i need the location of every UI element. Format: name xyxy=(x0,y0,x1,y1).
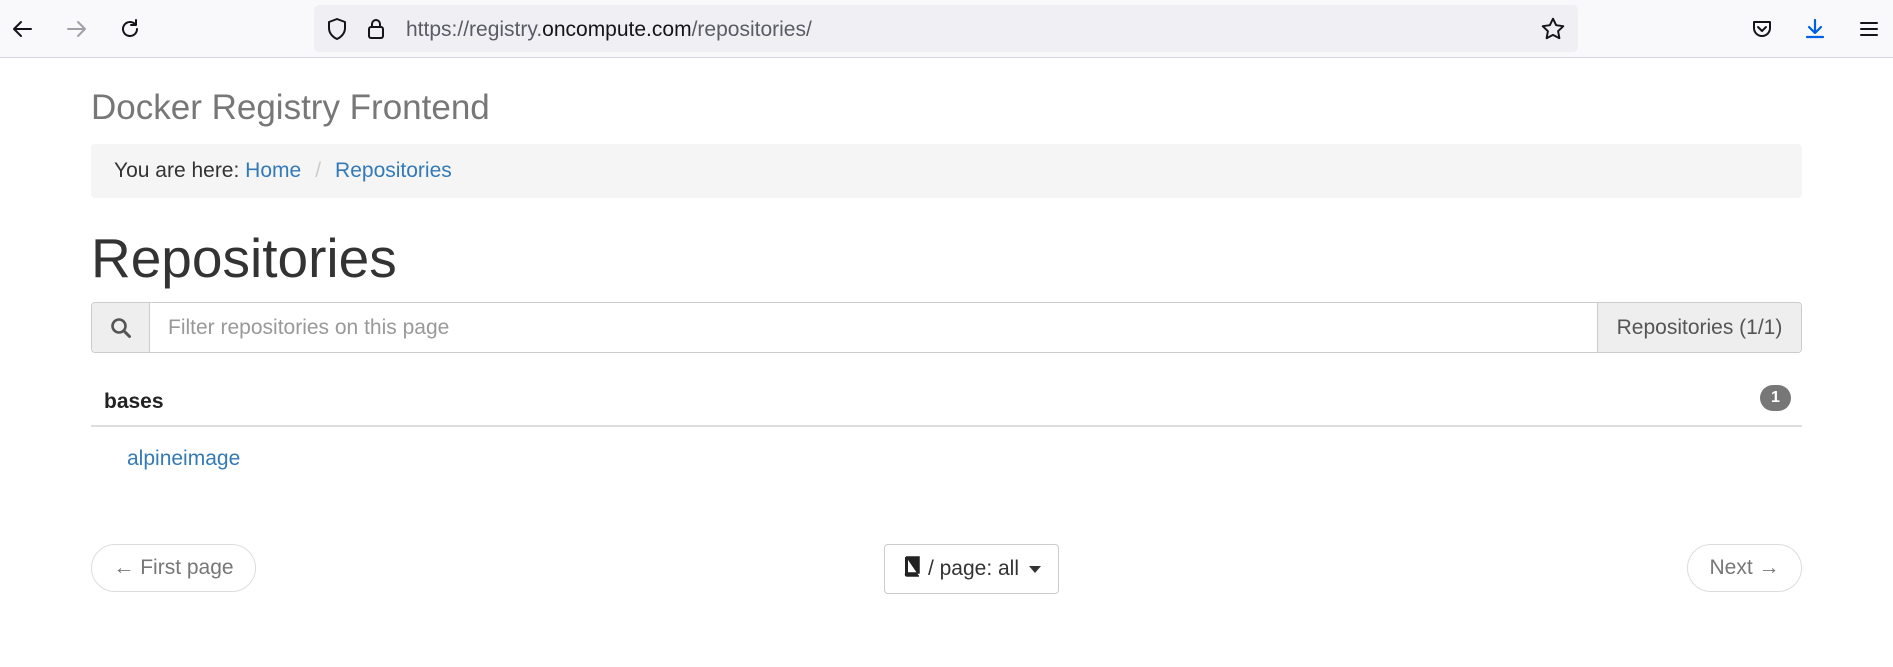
caret-down-icon xyxy=(1029,565,1042,573)
forward-icon[interactable] xyxy=(59,12,93,46)
repo-link-alpineimage[interactable]: alpineimage xyxy=(127,447,240,471)
per-page-label: / page: all xyxy=(927,557,1020,580)
reload-icon[interactable] xyxy=(113,12,147,46)
back-icon[interactable] xyxy=(6,12,40,46)
lock-icon[interactable] xyxy=(366,17,386,46)
shield-icon[interactable] xyxy=(326,17,348,46)
menu-icon[interactable] xyxy=(1852,12,1886,46)
breadcrumb: You are here: Home / Repositories xyxy=(91,144,1802,198)
first-page-button[interactable]: ← First page xyxy=(91,544,256,592)
next-page-button[interactable]: Next → xyxy=(1687,544,1802,592)
browser-toolbar: https://registry.oncompute.com/repositor… xyxy=(0,0,1893,58)
breadcrumb-prefix: You are here: xyxy=(114,159,240,182)
filter-group: Repositories (1/1) xyxy=(91,302,1802,353)
brand-title[interactable]: Docker Registry Frontend xyxy=(91,88,490,128)
search-icon xyxy=(92,303,150,352)
book-icon xyxy=(902,555,922,583)
url-text[interactable]: https://registry.oncompute.com/repositor… xyxy=(406,18,812,42)
pocket-icon[interactable] xyxy=(1745,12,1779,46)
url-path: /repositories/ xyxy=(691,18,812,41)
url-prefix: https://registry. xyxy=(406,18,543,41)
per-page-dropdown[interactable]: / page: all xyxy=(884,544,1059,594)
star-icon[interactable] xyxy=(1540,16,1566,47)
download-icon[interactable] xyxy=(1798,12,1832,46)
repo-group-name: bases xyxy=(104,390,164,413)
repository-count: Repositories (1/1) xyxy=(1597,303,1801,352)
repo-group-header: bases 1 xyxy=(91,376,1802,427)
filter-input[interactable] xyxy=(150,303,1597,352)
breadcrumb-home[interactable]: Home xyxy=(245,159,301,182)
url-bar[interactable]: https://registry.oncompute.com/repositor… xyxy=(314,5,1578,52)
repo-count-badge: 1 xyxy=(1760,385,1791,411)
page-title: Repositories xyxy=(91,227,397,289)
breadcrumb-separator: / xyxy=(315,159,322,182)
url-host: oncompute.com xyxy=(542,18,692,41)
breadcrumb-repositories[interactable]: Repositories xyxy=(335,159,452,182)
